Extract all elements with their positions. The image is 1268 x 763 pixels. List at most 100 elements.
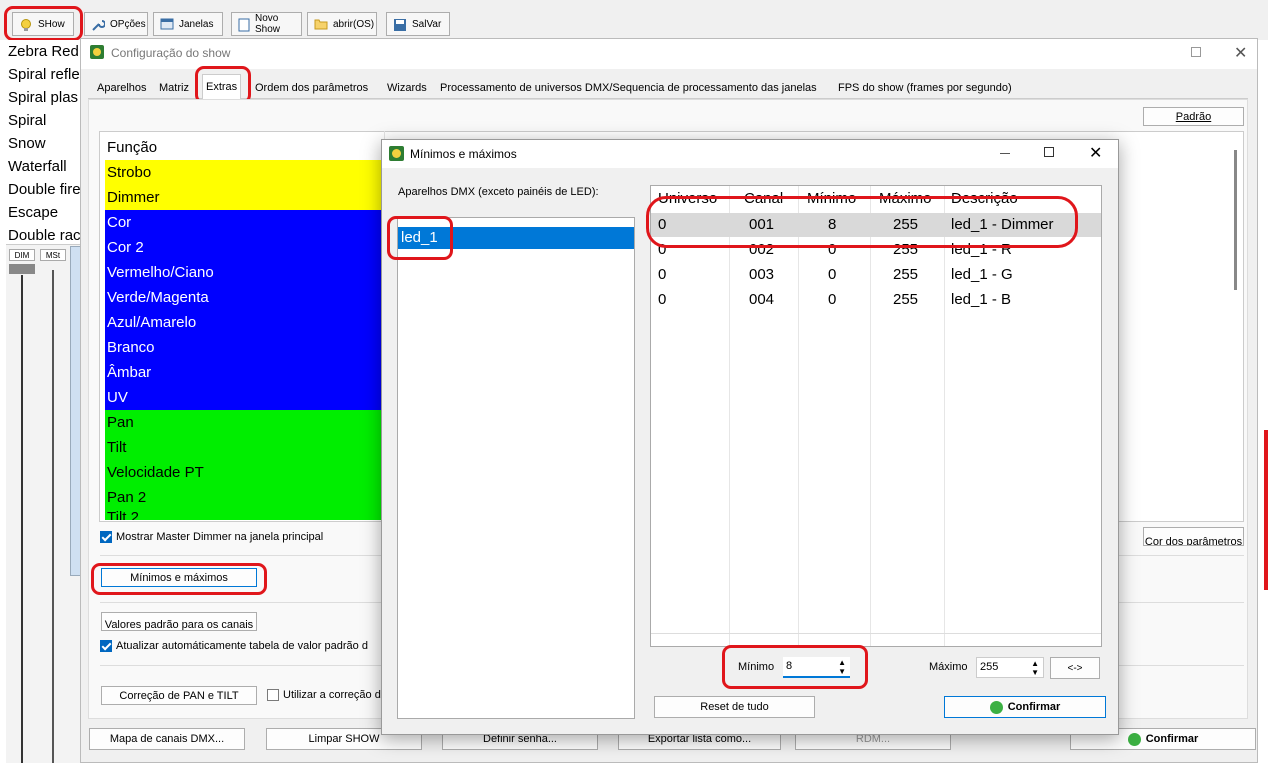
- new-document-icon: [238, 18, 250, 32]
- min-spinner[interactable]: 8 ▲ ▼: [783, 657, 850, 678]
- open-button[interactable]: abrir(OS): [307, 12, 377, 36]
- windows-button[interactable]: Janelas: [153, 12, 223, 36]
- show-master-dimmer-option[interactable]: Mostrar Master Dimmer na janela principa…: [100, 531, 323, 544]
- function-row[interactable]: Pan: [105, 410, 385, 435]
- left-list-item[interactable]: Snow: [8, 135, 46, 152]
- maximize-icon[interactable]: [1044, 147, 1054, 157]
- function-row[interactable]: Verde/Magenta: [105, 285, 385, 310]
- function-row[interactable]: Dimmer: [105, 185, 385, 210]
- max-value[interactable]: 255: [980, 661, 998, 673]
- tab-processamento[interactable]: Processamento de universos DMX/Sequencia…: [437, 78, 820, 98]
- function-row[interactable]: Pan 2: [105, 485, 385, 510]
- min-max-button[interactable]: Mínimos e máximos: [101, 568, 257, 587]
- table-cell[interactable]: 0: [828, 291, 836, 308]
- table-cell[interactable]: led_1 - Dimmer: [951, 216, 1054, 233]
- left-list-item[interactable]: Double fire: [8, 181, 81, 198]
- column-header-universo[interactable]: Universo: [658, 190, 717, 207]
- reset-all-button[interactable]: Reset de tudo: [654, 696, 815, 718]
- use-correction-checkbox[interactable]: [267, 689, 279, 702]
- maximize-icon[interactable]: [1191, 47, 1201, 57]
- function-row[interactable]: UV: [105, 385, 385, 410]
- spinner-arrows-icon[interactable]: ▲ ▼: [838, 658, 846, 676]
- table-scroll-divider: [651, 633, 1101, 634]
- tab-aparelhos[interactable]: Aparelhos: [94, 78, 150, 98]
- function-row[interactable]: Branco: [105, 335, 385, 360]
- function-row[interactable]: Tilt: [105, 435, 385, 460]
- floppy-disk-icon: [393, 18, 407, 31]
- minmax-confirm-button[interactable]: Confirmar: [944, 696, 1106, 718]
- function-row[interactable]: Velocidade PT: [105, 460, 385, 485]
- table-cell[interactable]: 255: [893, 241, 918, 258]
- left-list-item[interactable]: Waterfall: [8, 158, 67, 175]
- table-cell[interactable]: led_1 - R: [951, 241, 1012, 258]
- column-header-canal[interactable]: Canal: [744, 190, 783, 207]
- param-colors-button[interactable]: Cor dos parâmetros: [1143, 527, 1244, 546]
- function-row[interactable]: Azul/Amarelo: [105, 310, 385, 335]
- auto-update-option[interactable]: Atualizar automáticamente tabela de valo…: [100, 640, 368, 653]
- function-row[interactable]: Âmbar: [105, 360, 385, 385]
- table-cell[interactable]: 255: [893, 291, 918, 308]
- close-icon[interactable]: ✕: [1234, 43, 1247, 63]
- lightbulb-icon: [19, 18, 33, 31]
- minimize-icon[interactable]: [1000, 153, 1010, 154]
- table-cell[interactable]: 0: [658, 291, 666, 308]
- function-row[interactable]: Cor 2: [105, 235, 385, 260]
- table-cell[interactable]: 0: [658, 241, 666, 258]
- device-item-led1[interactable]: led_1: [398, 227, 634, 249]
- left-list-item[interactable]: Escape: [8, 204, 58, 221]
- column-header-minimo[interactable]: Mínimo: [807, 190, 856, 207]
- mst-label[interactable]: MSt: [40, 249, 66, 261]
- options-button[interactable]: OPções: [84, 12, 148, 36]
- table-cell[interactable]: 8: [828, 216, 836, 233]
- min-value[interactable]: 8: [786, 660, 792, 672]
- auto-update-checkbox[interactable]: [100, 640, 112, 653]
- close-icon[interactable]: ✕: [1089, 143, 1102, 163]
- dim-label[interactable]: DIM: [9, 249, 35, 261]
- table-cell[interactable]: 255: [893, 216, 918, 233]
- table-cell[interactable]: 0: [658, 216, 666, 233]
- pan-tilt-correction-button[interactable]: Correção de PAN e TILT: [101, 686, 257, 705]
- left-list-item[interactable]: Spiral refle: [8, 66, 80, 83]
- function-row[interactable]: Cor: [105, 210, 385, 235]
- column-header-descricao[interactable]: Descrição: [951, 190, 1018, 207]
- tab-matriz[interactable]: Matriz: [156, 78, 192, 98]
- table-cell[interactable]: 0: [828, 241, 836, 258]
- left-list-item[interactable]: Double rac: [8, 227, 81, 242]
- function-row[interactable]: Vermelho/Ciano: [105, 260, 385, 285]
- dmx-channel-map-button[interactable]: Mapa de canais DMX...: [89, 728, 245, 750]
- save-button[interactable]: SalVar: [386, 12, 450, 36]
- table-cell[interactable]: 0: [658, 266, 666, 283]
- default-values-button[interactable]: Valores padrão para os canais: [101, 612, 257, 631]
- table-cell[interactable]: 003: [749, 266, 774, 283]
- windows-icon: [160, 18, 174, 30]
- show-button[interactable]: SHow: [12, 12, 74, 36]
- left-list-item[interactable]: Spiral: [8, 112, 46, 129]
- padrao-button[interactable]: Padrão: [1143, 107, 1244, 126]
- table-cell[interactable]: 255: [893, 266, 918, 283]
- spinner-arrows-icon[interactable]: ▲ ▼: [1031, 659, 1039, 677]
- new-show-button[interactable]: Novo Show: [231, 12, 302, 36]
- dim-fader-track[interactable]: [21, 275, 23, 763]
- table-cell[interactable]: led_1 - B: [951, 291, 1011, 308]
- swap-button[interactable]: <->: [1050, 657, 1100, 679]
- tab-wizards[interactable]: Wizards: [384, 78, 430, 98]
- mst-fader-track[interactable]: [52, 270, 54, 763]
- tab-ordem-parametros[interactable]: Ordem dos parâmetros: [252, 78, 371, 98]
- table-cell[interactable]: 0: [828, 266, 836, 283]
- table-cell[interactable]: 002: [749, 241, 774, 258]
- dim-fader-handle[interactable]: [9, 264, 35, 274]
- column-header-maximo[interactable]: Máximo: [879, 190, 932, 207]
- tab-fps[interactable]: FPS do show (frames por segundo): [835, 78, 1015, 98]
- show-master-dimmer-checkbox[interactable]: [100, 531, 112, 544]
- table-cell[interactable]: 004: [749, 291, 774, 308]
- max-spinner[interactable]: 255 ▲ ▼: [976, 657, 1044, 678]
- function-row[interactable]: Strobo: [105, 160, 385, 185]
- table-cell[interactable]: 001: [749, 216, 774, 233]
- table-cell[interactable]: led_1 - G: [951, 266, 1013, 283]
- function-row[interactable]: Tilt 2: [105, 510, 385, 520]
- left-list-item[interactable]: Spiral plas: [8, 89, 78, 106]
- function-table-scrollbar[interactable]: [1234, 150, 1237, 290]
- left-list-item[interactable]: Zebra Red: [8, 43, 79, 60]
- tab-extras[interactable]: Extras: [202, 74, 242, 99]
- use-correction-option[interactable]: Utilizar a correção d: [267, 689, 381, 702]
